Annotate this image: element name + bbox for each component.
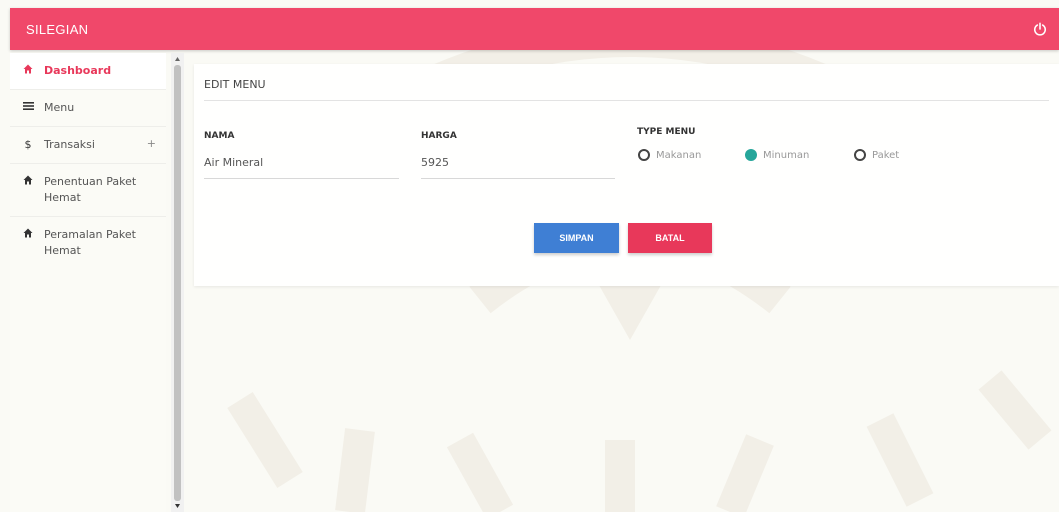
home-icon	[20, 227, 36, 238]
radio-makanan[interactable]: Makanan	[638, 149, 701, 161]
sidebar: Dashboard Menu $ Transaksi + Penentuan P…	[10, 53, 166, 512]
harga-label: HARGA	[421, 131, 457, 141]
radio-label: Makanan	[656, 149, 702, 161]
expand-icon[interactable]: +	[147, 137, 156, 150]
cancel-button[interactable]: BATAL	[628, 223, 712, 253]
sidebar-item-label: Dashboard	[44, 64, 112, 77]
edit-menu-card: EDIT MENU NAMA HARGA TYPE MENU Makanan M…	[194, 64, 1059, 286]
sidebar-item-label: Penentuan Paket Hemat	[44, 175, 137, 204]
radio-circle-icon	[854, 149, 866, 161]
nama-label: NAMA	[204, 131, 235, 141]
sidebar-item-label: Transaksi	[44, 138, 95, 151]
radio-minuman[interactable]: Minuman	[745, 149, 809, 161]
sidebar-item-label: Menu	[44, 101, 75, 114]
scrollbar-thumb[interactable]	[174, 65, 181, 501]
type-menu-label: TYPE MENU	[637, 127, 696, 137]
sidebar-item-menu[interactable]: Menu	[10, 90, 166, 127]
dollar-icon: $	[24, 138, 32, 151]
nama-input[interactable]	[204, 156, 399, 179]
sidebar-item-label: Peramalan Paket Hemat	[44, 228, 136, 257]
save-button[interactable]: SIMPAN	[534, 223, 619, 253]
radio-label: Minuman	[763, 149, 810, 161]
radio-paket[interactable]: Paket	[854, 149, 899, 161]
radio-circle-icon	[638, 149, 650, 161]
scroll-down-arrow-icon[interactable]	[174, 502, 181, 510]
harga-input[interactable]	[421, 156, 615, 179]
card-title: EDIT MENU	[204, 78, 1049, 101]
list-icon	[20, 100, 36, 111]
sidebar-item-penentuan-paket-hemat[interactable]: Penentuan Paket Hemat	[10, 164, 166, 217]
radio-label: Paket	[872, 149, 900, 161]
radio-checked-icon	[745, 149, 757, 161]
sidebar-item-dashboard[interactable]: Dashboard	[10, 53, 166, 90]
top-bar: SILEGIAN	[10, 8, 1059, 50]
app-title: SILEGIAN	[26, 21, 89, 37]
sidebar-item-peramalan-paket-hemat[interactable]: Peramalan Paket Hemat	[10, 217, 166, 269]
home-icon	[20, 174, 36, 185]
power-icon[interactable]	[1033, 22, 1047, 36]
home-icon	[20, 63, 36, 74]
scroll-up-arrow-icon[interactable]	[174, 55, 181, 63]
sidebar-scrollbar[interactable]	[171, 53, 184, 512]
sidebar-item-transaksi[interactable]: $ Transaksi +	[10, 127, 166, 164]
